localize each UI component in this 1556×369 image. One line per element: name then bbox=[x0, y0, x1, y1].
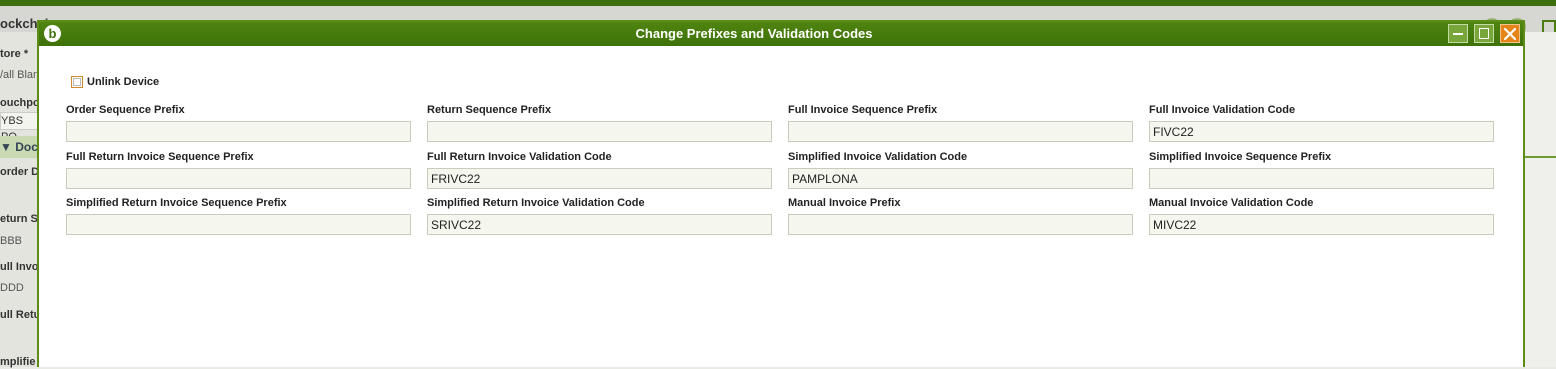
app-logo-icon: b bbox=[44, 25, 61, 42]
background-divider bbox=[1525, 156, 1556, 158]
full-invoice-sequence-prefix-input[interactable] bbox=[788, 121, 1133, 142]
bg-section-label: Doc bbox=[15, 140, 38, 154]
background-form: tore * /all Blan ouchpo ΥBS PO ▼ Doc ord… bbox=[0, 32, 46, 368]
bg-label: tore * bbox=[0, 48, 29, 60]
manual-invoice-validation-code-field: Manual Invoice Validation Code bbox=[1149, 196, 1494, 235]
minimize-button[interactable] bbox=[1448, 24, 1468, 43]
full-return-invoice-validation-code-input[interactable] bbox=[427, 168, 772, 189]
dialog-title: Change Prefixes and Validation Codes bbox=[635, 26, 873, 41]
field-label: Manual Invoice Validation Code bbox=[1149, 197, 1314, 209]
field-label: Simplified Return Invoice Sequence Prefi… bbox=[66, 197, 287, 209]
manual-invoice-prefix-input[interactable] bbox=[788, 214, 1133, 235]
manual-invoice-prefix-field: Manual Invoice Prefix bbox=[788, 196, 1133, 235]
change-prefixes-dialog: Change Prefixes and Validation Codes b U… bbox=[37, 20, 1525, 367]
full-return-invoice-validation-code-field: Full Return Invoice Validation Code bbox=[427, 150, 772, 189]
bg-value: DDD bbox=[0, 282, 24, 294]
full-invoice-validation-code-input[interactable] bbox=[1149, 121, 1494, 142]
dialog-body: Unlink Device Order Sequence Prefix Retu… bbox=[39, 46, 1523, 369]
field-label: Return Sequence Prefix bbox=[427, 104, 552, 116]
simplified-return-invoice-validation-code-field: Simplified Return Invoice Validation Cod… bbox=[427, 196, 772, 235]
simplified-return-invoice-sequence-prefix-input[interactable] bbox=[66, 214, 411, 235]
simplified-invoice-validation-code-field: Simplified Invoice Validation Code bbox=[788, 150, 1133, 189]
unlink-device-label: Unlink Device bbox=[87, 76, 160, 88]
field-label: Full Invoice Validation Code bbox=[1149, 104, 1296, 116]
field-label: Full Return Invoice Sequence Prefix bbox=[66, 151, 254, 163]
maximize-button[interactable] bbox=[1474, 24, 1494, 43]
simplified-invoice-sequence-prefix-field: Simplified Invoice Sequence Prefix bbox=[1149, 150, 1494, 189]
order-sequence-prefix-field: Order Sequence Prefix bbox=[66, 103, 411, 142]
bg-field[interactable]: ΥBS PO bbox=[0, 112, 38, 143]
simplified-invoice-validation-code-input[interactable] bbox=[788, 168, 1133, 189]
field-label: Simplified Invoice Sequence Prefix bbox=[1149, 151, 1332, 163]
bg-label: ull Retu bbox=[0, 309, 41, 321]
field-label: Manual Invoice Prefix bbox=[788, 197, 901, 209]
return-sequence-prefix-input[interactable] bbox=[427, 121, 772, 142]
close-icon bbox=[1503, 27, 1517, 41]
full-invoice-validation-code-field: Full Invoice Validation Code bbox=[1149, 103, 1494, 142]
background-right-panel bbox=[1525, 32, 1556, 367]
simplified-return-invoice-validation-code-input[interactable] bbox=[427, 214, 772, 235]
manual-invoice-validation-code-input[interactable] bbox=[1149, 214, 1494, 235]
return-sequence-prefix-field: Return Sequence Prefix bbox=[427, 103, 772, 142]
simplified-return-invoice-sequence-prefix-field: Simplified Return Invoice Sequence Prefi… bbox=[66, 196, 411, 235]
full-invoice-sequence-prefix-field: Full Invoice Sequence Prefix bbox=[788, 103, 1133, 142]
field-label: Full Invoice Sequence Prefix bbox=[788, 104, 938, 116]
full-return-invoice-sequence-prefix-field: Full Return Invoice Sequence Prefix bbox=[66, 150, 411, 189]
bg-value: /all Blan bbox=[0, 69, 40, 81]
bg-value: BBB bbox=[0, 235, 23, 247]
unlink-device-checkbox[interactable] bbox=[71, 76, 83, 88]
full-return-invoice-sequence-prefix-input[interactable] bbox=[66, 168, 411, 189]
field-label: Full Return Invoice Validation Code bbox=[427, 151, 612, 163]
field-label: Simplified Return Invoice Validation Cod… bbox=[427, 197, 645, 209]
dialog-header[interactable]: Change Prefixes and Validation Codes b bbox=[39, 22, 1523, 46]
bg-label: ouchpo bbox=[0, 97, 40, 109]
order-sequence-prefix-input[interactable] bbox=[66, 121, 411, 142]
bg-label: mplifie bbox=[0, 356, 36, 368]
close-button[interactable] bbox=[1500, 24, 1520, 43]
bg-label: eturn S bbox=[0, 213, 38, 225]
simplified-invoice-sequence-prefix-input[interactable] bbox=[1149, 168, 1494, 189]
bg-section[interactable]: ▼ Doc bbox=[0, 136, 38, 158]
bg-label: ull Invo bbox=[0, 261, 39, 273]
field-label: Simplified Invoice Validation Code bbox=[788, 151, 968, 163]
field-label: Order Sequence Prefix bbox=[66, 104, 185, 116]
